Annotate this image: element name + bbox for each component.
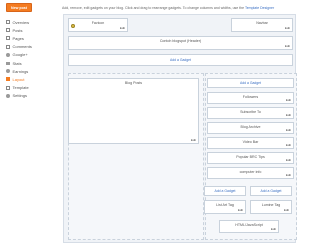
template-designer-link[interactable]: Template Designer — [245, 6, 274, 10]
edit-link[interactable]: Edit — [238, 208, 243, 212]
sidebar-item-template[interactable]: Template — [6, 84, 56, 92]
earnings-icon — [6, 69, 10, 74]
blog-archive-widget[interactable]: Blog Archive Edit — [207, 122, 294, 134]
edit-link[interactable]: Edit — [286, 128, 291, 132]
sidebar-item-pages[interactable]: Pages — [6, 34, 56, 42]
sidebar-item-label: Earnings — [12, 68, 29, 74]
sidebar-item-stats[interactable]: Stats — [6, 59, 56, 67]
widget-title: Video Bar — [242, 140, 259, 144]
sidebar-item-overview[interactable]: Overview — [6, 18, 56, 26]
add-gadget-button[interactable]: Add a Gadget — [68, 54, 293, 66]
popular-tips-widget[interactable]: Popular BRC Tips Edit — [207, 152, 294, 164]
edit-link[interactable]: Edit — [286, 158, 291, 162]
sidebar-item-comments[interactable]: Comments — [6, 43, 56, 51]
comments-icon — [6, 44, 10, 49]
edit-link[interactable]: Edit — [191, 138, 196, 142]
widget-title: Followers — [242, 95, 259, 99]
layout-hint: Add, remove, edit gadgets on your blog. … — [62, 6, 275, 10]
layout-canvas: Favicon Edit Navbar Edit Contoh blogspot… — [63, 14, 297, 243]
list-art-tag-widget[interactable]: List Art Tag Edit — [204, 200, 246, 214]
widget-title: Popular BRC Tips — [236, 155, 265, 159]
template-icon — [6, 85, 10, 90]
sidebar-item-earnings[interactable]: Earnings — [6, 67, 56, 75]
add-gadget-button[interactable]: Add a Gadget — [204, 186, 246, 196]
sidebar-item-label: Template — [12, 85, 29, 91]
edit-link[interactable]: Edit — [286, 113, 291, 117]
navbar-widget[interactable]: Navbar Edit — [231, 18, 293, 32]
sidebar-item-google-plus[interactable]: Google+ — [6, 51, 56, 59]
header-widget[interactable]: Contoh blogspot (Header) Edit — [68, 36, 293, 50]
edit-link[interactable]: Edit — [286, 98, 291, 102]
sidebar-item-label: Layout — [12, 76, 25, 82]
widget-title: Favicon — [91, 21, 105, 25]
edit-link[interactable]: Edit — [285, 26, 290, 30]
sidebar-item-label: Pages — [12, 35, 24, 41]
lumine-tag-widget[interactable]: Lumine Tag Edit — [250, 200, 292, 214]
blog-posts-widget[interactable]: Blog Posts Edit — [68, 78, 199, 144]
sidebar-item-label: Settings — [12, 93, 27, 99]
followers-widget[interactable]: Followers Edit — [207, 92, 294, 104]
layout-icon — [6, 77, 10, 82]
widget-title: computer info — [239, 170, 262, 174]
widget-title: Navbar — [256, 21, 268, 25]
video-bar-widget[interactable]: Video Bar Edit — [207, 137, 294, 149]
add-gadget-button[interactable]: Add a Gadget — [207, 78, 294, 88]
widget-title: Contoh blogspot (Header) — [159, 39, 202, 43]
widget-title: Subscribe To — [240, 110, 261, 114]
stats-icon — [6, 61, 10, 65]
add-gadget-button[interactable]: Add a Gadget — [250, 186, 292, 196]
edit-link[interactable]: Edit — [271, 227, 276, 231]
widget-title: Blog Posts — [124, 81, 143, 85]
widget-title: Blog Archive — [240, 125, 261, 129]
edit-link[interactable]: Edit — [285, 44, 290, 48]
sidebar-item-label: Comments — [12, 44, 32, 50]
html-javascript-widget[interactable]: HTML/JavaScript Edit — [219, 220, 279, 233]
sidebar-item-label: Overview — [12, 19, 30, 25]
sidebar-nav: Overview Posts Pages Comments Google+ St… — [6, 18, 56, 100]
widget-title: List Art Tag — [216, 203, 234, 207]
overview-icon — [6, 20, 10, 25]
widget-title: Lumine Tag — [261, 203, 281, 207]
edit-link[interactable]: Edit — [286, 143, 291, 147]
widget-title: HTML/JavaScript — [235, 223, 263, 227]
sidebar-item-layout[interactable]: Layout — [6, 75, 56, 83]
edit-link[interactable]: Edit — [284, 208, 289, 212]
new-post-button[interactable]: New post — [6, 3, 32, 12]
google-plus-icon — [6, 52, 10, 57]
sidebar-item-label: Posts — [12, 27, 23, 33]
left-sidebar: New post Overview Posts Pages Comments G… — [0, 0, 58, 243]
posts-icon — [6, 28, 10, 33]
edit-link[interactable]: Edit — [286, 173, 291, 177]
edit-link[interactable]: Edit — [120, 26, 125, 30]
sidebar-item-settings[interactable]: Settings — [6, 92, 56, 100]
pages-icon — [6, 36, 10, 41]
sidebar-item-label: Google+ — [12, 52, 28, 58]
computer-info-widget[interactable]: computer info Edit — [207, 167, 294, 179]
favicon-widget[interactable]: Favicon Edit — [68, 18, 128, 32]
sidebar-item-posts[interactable]: Posts — [6, 26, 56, 34]
settings-icon — [6, 93, 10, 98]
sidebar-item-label: Stats — [12, 60, 22, 66]
subscribe-widget[interactable]: Subscribe To Edit — [207, 107, 294, 119]
